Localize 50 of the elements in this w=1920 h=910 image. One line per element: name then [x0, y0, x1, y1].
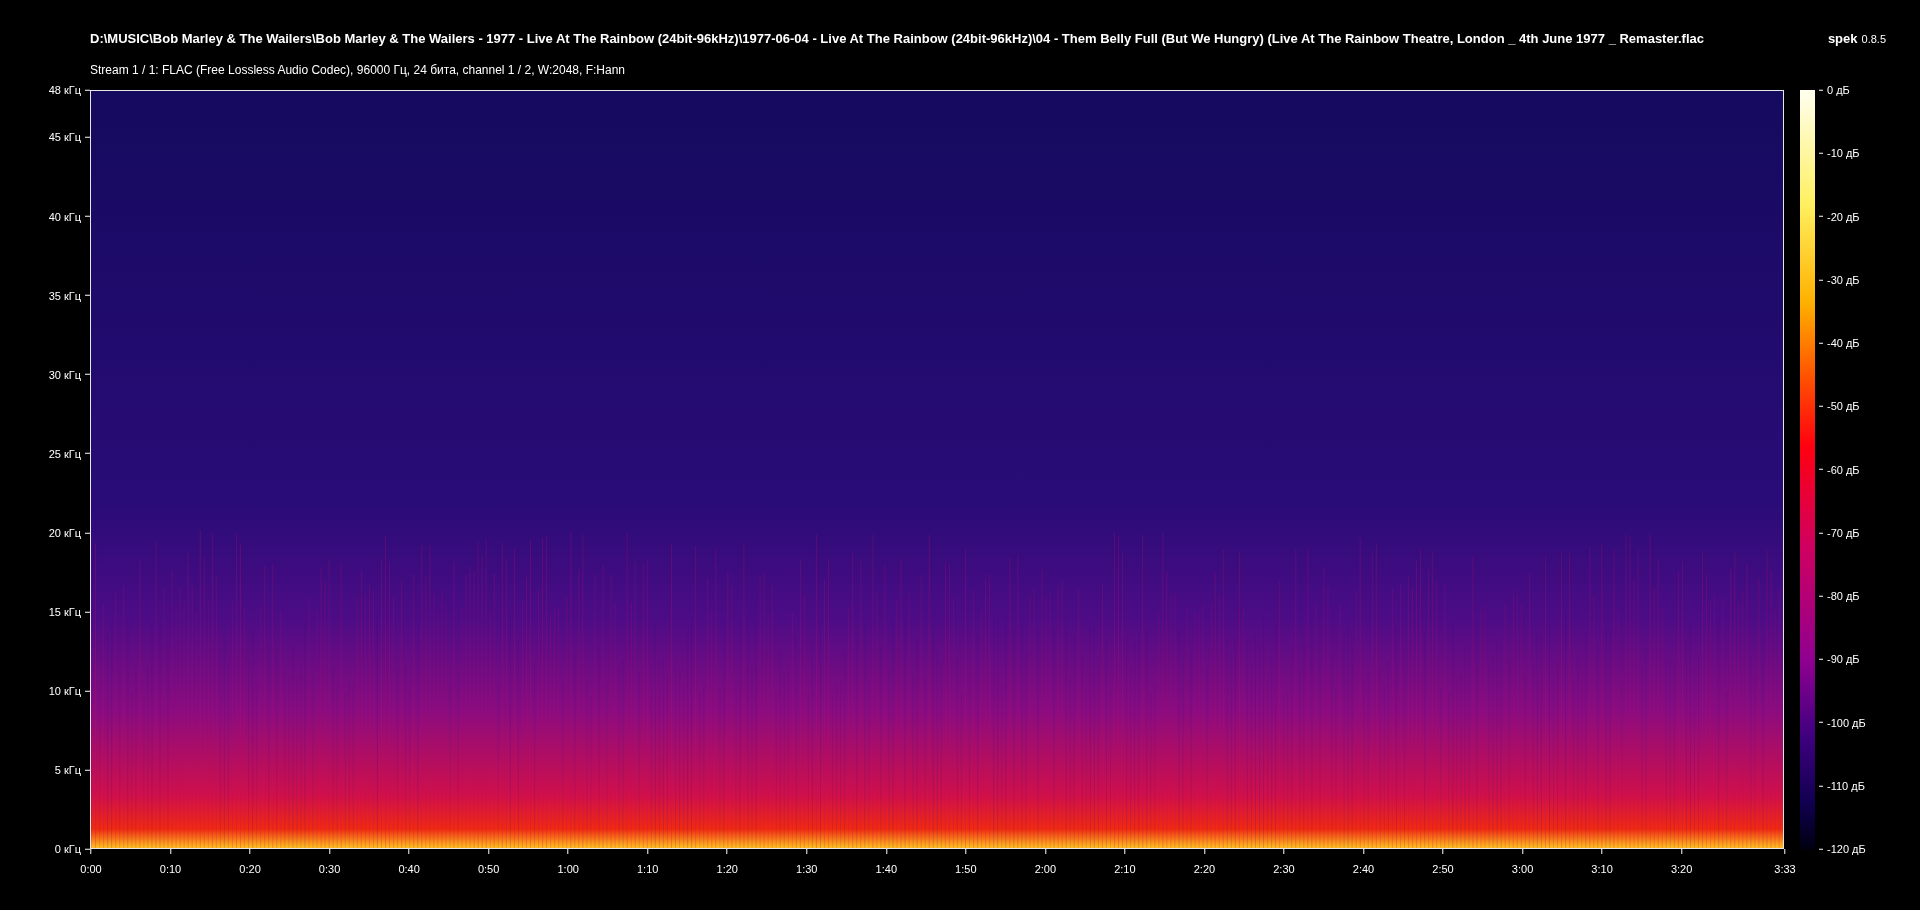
level-label: -60 дБ — [1827, 462, 1860, 478]
time-label: 0:50 — [477, 862, 500, 877]
time-label: 2:40 — [1352, 862, 1375, 877]
time-label: 1:00 — [557, 862, 579, 877]
level-label: -40 дБ — [1827, 335, 1860, 351]
level-label: -30 дБ — [1827, 272, 1860, 288]
level-label: -50 дБ — [1827, 399, 1860, 414]
level-label: 0 дБ — [1827, 82, 1850, 98]
frequency-label: 15 кГц — [48, 604, 81, 620]
level-label: -70 дБ — [1827, 525, 1860, 541]
time-label: 3:00 — [1511, 862, 1534, 877]
frequency-label: 35 кГц — [48, 288, 81, 304]
time-label: 1:20 — [716, 862, 738, 877]
time-label: 1:30 — [796, 862, 818, 877]
time-label: 2:00 — [1034, 862, 1057, 877]
time-label: 1:10 — [637, 862, 659, 877]
time-label: 3:20 — [1670, 862, 1693, 877]
stream-info: Stream 1 / 1: FLAC (Free Lossless Audio Codec), 96000 Гц, 24 бита, channel 1 / 2, W:2048, F:Hann — [90, 61, 627, 79]
time-label: 2:30 — [1273, 862, 1295, 877]
frequency-label: 48 кГц — [48, 82, 81, 98]
level-label: -80 дБ — [1827, 588, 1860, 604]
time-label: 0:20 — [239, 862, 261, 877]
time-label: 0:40 — [398, 862, 420, 877]
frequency-label: 25 кГц — [48, 446, 81, 462]
frequency-label: 20 кГц — [48, 525, 81, 541]
time-label: 0:00 — [80, 862, 102, 877]
frequency-label: 45 кГц — [48, 130, 81, 146]
level-label: -90 дБ — [1827, 652, 1860, 667]
time-label: 0:10 — [159, 862, 182, 877]
level-label: -120 дБ — [1827, 841, 1866, 857]
time-label: 2:10 — [1114, 862, 1136, 877]
time-label: 3:10 — [1591, 862, 1613, 877]
frequency-label: 40 кГц — [48, 209, 81, 225]
level-label: -110 дБ — [1827, 778, 1865, 794]
app-version: 0.8.5 — [1861, 32, 1887, 47]
frequency-label: 30 кГц — [48, 367, 81, 383]
time-label: 2:20 — [1193, 862, 1216, 877]
frequency-label: 0 кГц — [54, 841, 81, 857]
level-label: -20 дБ — [1827, 209, 1860, 225]
time-label: 1:50 — [955, 862, 977, 877]
frequency-label: 10 кГц — [48, 683, 81, 699]
time-label: 3:33 — [1774, 862, 1796, 877]
time-label: 2:50 — [1432, 862, 1454, 877]
level-label: -10 дБ — [1827, 146, 1860, 161]
app-name: spek — [1827, 30, 1858, 48]
file-path-title: D:\MUSIC\Bob Marley & The Wailers\Bob Marley & The Wailers - 1977 - Live At The Rainbow (24bit-96kHz)\1977-06-04 - Live At The Rainbow (24bit-96kHz)\04 - Them Belly Full (But We Hungry) (Live At The Rainbow Theatre, London _ 4th June 1977 _ Remaster.flac — [90, 30, 1705, 48]
level-label: -100 дБ — [1827, 715, 1866, 731]
time-label: 1:40 — [875, 862, 897, 877]
frequency-label: 5 кГц — [54, 762, 81, 778]
time-label: 0:30 — [318, 862, 341, 877]
